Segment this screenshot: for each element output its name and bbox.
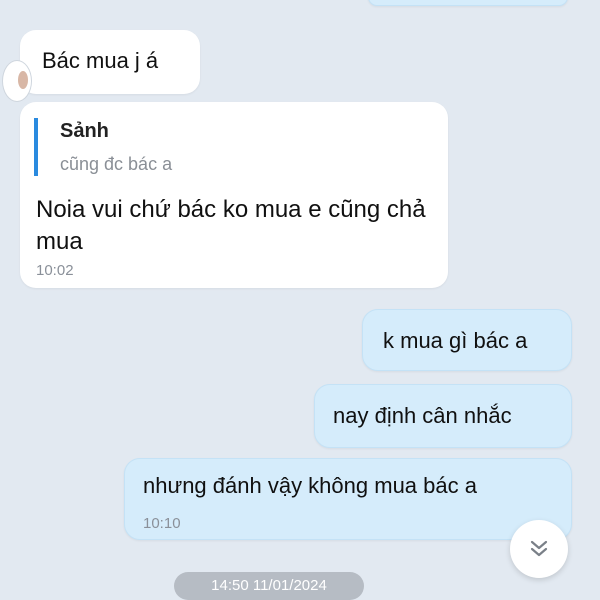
message-bubble-incoming-reply[interactable]: Sảnh cũng đc bác a Noia vui chứ bác ko m… [20,102,448,288]
message-time: 10:02 [36,262,74,279]
avatar-image [18,71,28,89]
message-bubble-incoming[interactable]: Bác mua j á [2,30,200,102]
message-time: 10:10 [143,515,181,532]
avatar[interactable] [2,60,32,102]
message-bubble-outgoing[interactable]: k mua gì bác a [362,309,572,371]
reply-author: Sảnh [60,120,109,142]
scroll-to-bottom-button[interactable] [510,520,568,578]
previous-message-bubble[interactable] [368,0,568,6]
date-separator: 14:50 11/01/2024 [174,572,364,600]
message-text: k mua gì bác a [383,328,528,353]
message-bubble-outgoing[interactable]: nay định cân nhắc [314,384,572,448]
chevron-double-down-icon [530,540,548,557]
reply-text: cũng đc bác a [60,154,173,174]
message-text: Noia vui chứ bác ko mua e cũng chả mua [36,196,426,255]
message-bubble-outgoing[interactable]: nhưng đánh vậy không mua bác a 10:10 [124,458,572,540]
message-text: nay định cân nhắc [333,403,512,428]
reply-quote[interactable]: Sảnh cũng đc bác a [34,118,414,176]
message-text: Bác mua j á [42,48,159,73]
message-text: nhưng đánh vậy không mua bác a [143,473,477,498]
